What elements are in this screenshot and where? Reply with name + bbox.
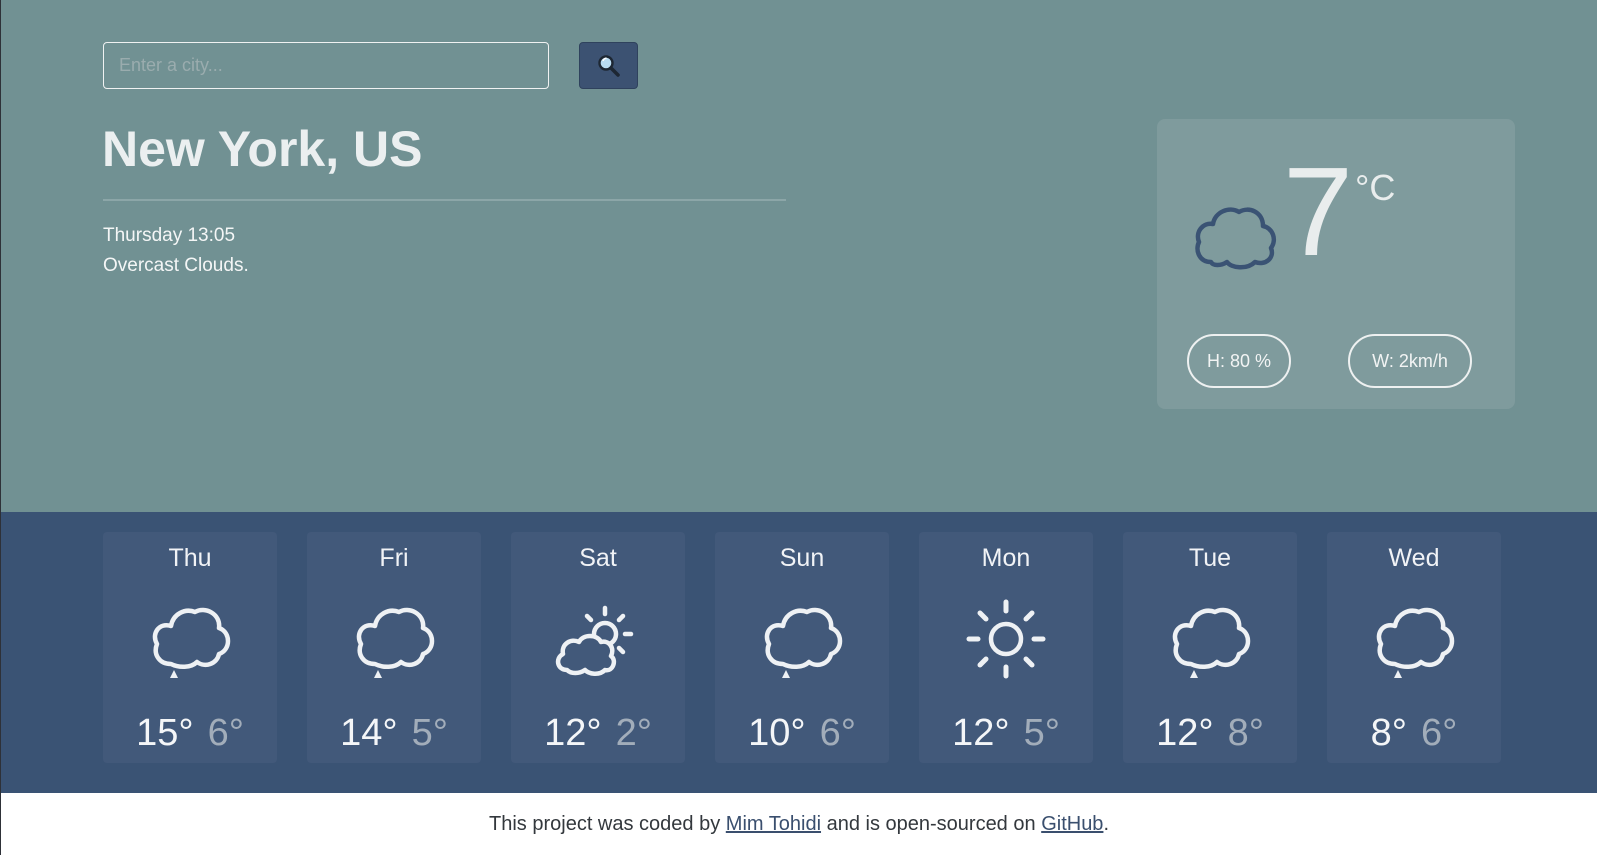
forecast-max: 15° (136, 712, 194, 754)
weather-description: Overcast Clouds. (103, 255, 249, 276)
cloud-icon (356, 607, 435, 678)
forecast-max: 12° (952, 712, 1010, 754)
partly-cloudy-icon (555, 605, 634, 676)
forecast-temps: 14° 5° (307, 712, 481, 755)
forecast-min: 6° (1421, 712, 1458, 754)
forecast-day: Fri (379, 544, 409, 572)
forecast-min: 6° (207, 712, 244, 754)
forecast-max: 10° (748, 712, 806, 754)
forecast-card-tue: Tue 12° 8° (1123, 532, 1297, 763)
forecast-max: 8° (1370, 712, 1407, 754)
city-search-input[interactable] (103, 42, 549, 89)
forecast-day: Sat (579, 544, 617, 572)
forecast-card-sat: Sat 12° 2° (511, 532, 685, 763)
city-title: New York, US (102, 121, 423, 177)
cloud-icon (764, 607, 843, 678)
magnifier-icon (597, 54, 620, 77)
forecast-min: 8° (1227, 712, 1264, 754)
forecast-day: Sun (779, 544, 825, 572)
footer-text: and is open-sourced on (826, 812, 1036, 835)
forecast-min: 5° (1023, 712, 1060, 754)
forecast-day: Wed (1388, 544, 1440, 572)
hero-section: New York, US Thursday 13:05 Overcast Clo… (1, 0, 1597, 512)
forecast-temps: 8° 6° (1327, 712, 1501, 755)
forecast-day: Tue (1188, 544, 1232, 572)
current-temperature: 7 (1283, 141, 1354, 282)
forecast-card-sun: Sun 10° 6° (715, 532, 889, 763)
forecast-card-thu: Thu 15° 6° (103, 532, 277, 763)
temperature-unit-toggle[interactable]: °C (1355, 167, 1395, 209)
cloud-icon (1376, 607, 1455, 678)
forecast-card-mon: Mon 12° 5° (919, 532, 1093, 763)
humidity-badge: H: 80 % (1187, 334, 1291, 388)
cloud-icon (152, 607, 231, 678)
current-weather-card: 7 °C H: 80 % W: 2km/h (1157, 119, 1515, 409)
github-link[interactable]: GitHub (1041, 813, 1103, 836)
forecast-min: 2° (615, 712, 652, 754)
forecast-temps: 12° 2° (511, 712, 685, 755)
date-time: Thursday 13:05 (103, 225, 236, 246)
cloud-icon (1172, 607, 1251, 678)
sun-icon (966, 599, 1046, 679)
forecast-day: Mon (981, 544, 1031, 572)
footer: This project was coded by Mim Tohidi and… (1, 793, 1597, 855)
forecast-temps: 12° 8° (1123, 712, 1297, 755)
forecast-temps: 12° 5° (919, 712, 1093, 755)
search-button[interactable] (579, 42, 638, 89)
forecast-temps: 10° 6° (715, 712, 889, 755)
forecast-day: Thu (168, 544, 212, 572)
footer-text: . (1103, 812, 1109, 835)
cloud-icon (1195, 207, 1276, 270)
forecast-max: 12° (1156, 712, 1214, 754)
forecast-max: 14° (340, 712, 398, 754)
forecast-section: Thu 15° 6° Fri 14° 5° Sat 12° 2° Sun 10°… (1, 512, 1597, 793)
forecast-card-wed: Wed 8° 6° (1327, 532, 1501, 763)
forecast-max: 12° (544, 712, 602, 754)
forecast-temps: 15° 6° (103, 712, 277, 755)
forecast-min: 6° (819, 712, 856, 754)
wind-badge: W: 2km/h (1348, 334, 1472, 388)
title-divider (103, 199, 786, 201)
footer-text: This project was coded by (489, 812, 721, 835)
author-link[interactable]: Mim Tohidi (726, 813, 821, 836)
forecast-min: 5° (411, 712, 448, 754)
forecast-card-fri: Fri 14° 5° (307, 532, 481, 763)
